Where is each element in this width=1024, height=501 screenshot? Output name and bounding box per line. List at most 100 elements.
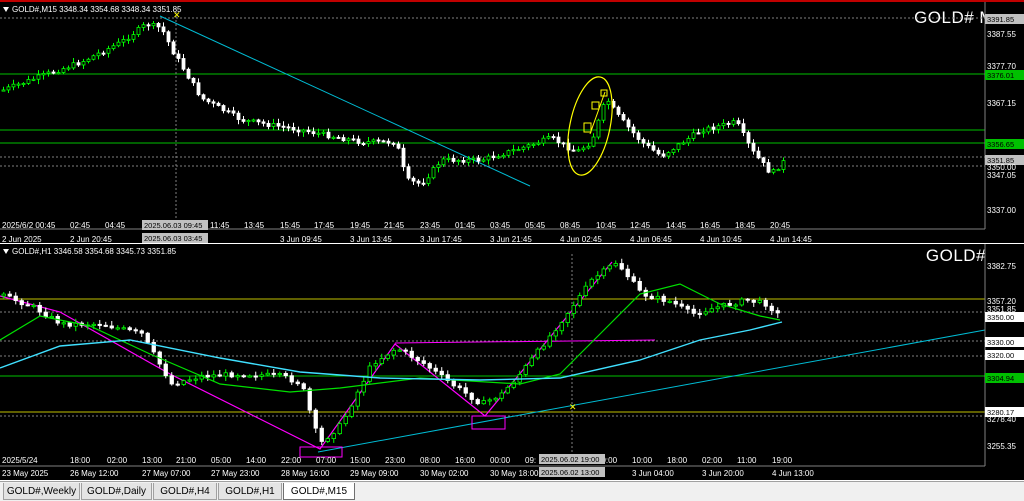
time-axis-label: 2025/5/24 <box>2 456 38 465</box>
candle-body <box>506 150 511 156</box>
candle-body <box>541 345 546 350</box>
time-axis-label: 16:45 <box>700 221 721 230</box>
candle-body <box>121 39 126 43</box>
candle-body <box>397 349 402 352</box>
candle-body <box>61 322 66 325</box>
candle-body <box>361 143 366 146</box>
price-label-highlight: 3304.94 <box>987 374 1014 383</box>
candle-body <box>763 299 768 307</box>
candle-body <box>226 110 231 113</box>
candle-body <box>415 357 420 362</box>
candle-body <box>641 139 646 144</box>
candle-body <box>591 136 596 147</box>
candle-body <box>116 41 121 47</box>
candle-body <box>276 123 281 127</box>
candle-body <box>706 126 711 133</box>
time-axis-label: 03:45 <box>490 221 511 230</box>
annotation-ellipse <box>567 76 613 176</box>
candle-body <box>451 157 456 162</box>
candle-body <box>516 149 521 152</box>
candle-body <box>651 145 656 151</box>
candle-body <box>577 295 582 306</box>
candle-body <box>141 24 146 28</box>
time-axis-label: 07:00 <box>316 456 337 465</box>
time-axis-label: 14:45 <box>666 221 687 230</box>
candle-body <box>355 391 360 407</box>
candle-body <box>229 372 234 378</box>
price-chart-m15[interactable]: ✕ 3391.85 3387.55 3377.703376.01 3367.15 3356… <box>0 2 1024 243</box>
candle-body <box>565 313 570 323</box>
time-cursor-label: 2025.06.02 19:00 <box>541 455 599 464</box>
candle-body <box>25 304 30 307</box>
time-axis-label: 02:00 <box>107 456 128 465</box>
candle-body <box>97 323 102 326</box>
candle-body <box>146 24 151 27</box>
candle-body <box>265 372 270 376</box>
candle-body <box>386 140 391 144</box>
candle-body <box>71 62 76 69</box>
candle-body <box>351 138 356 141</box>
price-axis-label: 3367.15 <box>987 99 1016 108</box>
candle-body <box>205 374 210 378</box>
date-axis-label: 3 Jun 20:00 <box>702 469 744 478</box>
date-axis-label: 4 Jun 06:45 <box>630 235 672 243</box>
candle-body <box>496 156 501 159</box>
candle-body <box>191 77 196 84</box>
candle-body <box>367 365 372 382</box>
tab-daily[interactable]: GOLD#,Daily <box>81 483 152 500</box>
candle-body <box>703 311 708 315</box>
time-axis-label: 05:00 <box>211 456 232 465</box>
candle-body <box>301 383 306 390</box>
price-chart-h1[interactable]: ✕3382.753357.203351.853350.003330.003320… <box>0 244 1024 480</box>
candle-body <box>291 127 296 131</box>
tab-weekly[interactable]: GOLD#,Weekly <box>3 483 80 500</box>
candle-body <box>346 138 351 142</box>
candle-body <box>439 370 444 376</box>
candle-body <box>696 132 701 135</box>
cross-marker-icon: ✕ <box>173 10 181 20</box>
date-axis-label: 29 May 09:00 <box>350 469 399 478</box>
time-cursor-label: 2025.06.03 09:45 <box>144 221 202 230</box>
candle-body <box>261 121 266 124</box>
candle-body <box>319 427 324 442</box>
candle-body <box>61 68 66 73</box>
candle-body <box>601 104 606 121</box>
price-axis-label: 3278.40 <box>987 415 1016 424</box>
candle-body <box>127 327 132 331</box>
date-axis-label: 27 May 23:00 <box>211 469 260 478</box>
candle-body <box>431 167 436 179</box>
candle-body <box>499 392 504 399</box>
candle-body <box>56 72 61 75</box>
candle-body <box>103 324 108 327</box>
candle-body <box>596 119 601 138</box>
tab-h1[interactable]: GOLD#,H1 <box>218 483 282 500</box>
candle-body <box>281 125 286 128</box>
price-axis-label: 3337.00 <box>987 206 1016 215</box>
candle-body <box>741 123 746 133</box>
time-axis-label: 05:45 <box>525 221 546 230</box>
annotation-box <box>591 101 600 110</box>
candle-body <box>221 105 226 112</box>
candle-body <box>551 136 556 139</box>
candle-body <box>356 138 361 144</box>
tab-m15[interactable]: GOLD#,M15 <box>283 483 355 500</box>
tab-h4[interactable]: GOLD#,H4 <box>153 483 217 500</box>
candle-body <box>403 349 408 352</box>
candle-body <box>381 140 386 143</box>
candle-body <box>1 293 6 297</box>
candle-body <box>187 379 192 382</box>
candle-body <box>11 83 16 88</box>
candle-body <box>625 268 630 278</box>
candle-body <box>37 304 42 313</box>
candle-body <box>469 392 474 400</box>
candle-body <box>266 122 271 127</box>
candle-body <box>546 136 551 139</box>
candle-body <box>296 129 301 133</box>
candle-body <box>739 298 744 306</box>
candle-body <box>613 263 618 267</box>
candle-body <box>181 58 186 70</box>
chart-pane-h1[interactable]: GOLD#,H1 3346.58 3354.68 3345.73 3351.85… <box>0 244 1024 480</box>
chart-pane-m15[interactable]: GOLD#,M15 3348.34 3354.68 3348.34 3351.8… <box>0 0 1024 243</box>
candle-body <box>136 26 141 35</box>
candle-body <box>571 149 576 152</box>
